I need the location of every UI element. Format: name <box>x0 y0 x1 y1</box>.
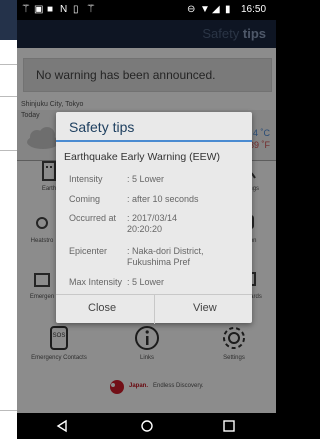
cast-icon: ⚚ <box>21 3 31 15</box>
navigation-bar <box>17 413 276 439</box>
battery-icon: ▮ <box>225 4 231 15</box>
recents-icon[interactable] <box>222 419 236 433</box>
detail-key: Epicenter <box>69 246 108 256</box>
button-divider <box>154 295 155 324</box>
view-button[interactable]: View <box>193 302 217 314</box>
image-icon: ▣ <box>34 4 44 15</box>
detail-value: : 2017/03/14 20:20:20 <box>127 213 178 234</box>
close-button[interactable]: Close <box>88 302 116 314</box>
previous-card-sliver <box>0 0 17 439</box>
app-icon: ■ <box>47 4 54 15</box>
detail-value: : 5 Lower <box>127 277 165 287</box>
dialog-divider <box>56 140 252 142</box>
detail-key: Coming <box>69 194 101 204</box>
wifi-icon: ▼ <box>200 4 210 15</box>
detail-value: : after 10 seconds <box>127 194 199 204</box>
status-time: 16:50 <box>241 4 267 15</box>
nfc-icon: N <box>60 4 68 15</box>
cast-icon-2: ⚚ <box>86 3 96 15</box>
detail-value: : 5 Lower <box>127 174 165 184</box>
minus-circle-icon: ⊖ <box>187 4 196 15</box>
safety-tips-dialog: Safety tips Earthquake Early Warning (EE… <box>56 112 252 324</box>
status-bar: ⚚ ▣ ■ N ▯ ⚚ ⊖ ▼ ◢ ▮ 16:50 <box>17 0 276 20</box>
back-icon[interactable] <box>55 419 69 433</box>
detail-key: Occurred at <box>69 213 117 223</box>
dialog-actions: Close View <box>56 294 252 324</box>
dialog-title: Safety tips <box>69 119 135 135</box>
phone-screen: ⚚ ▣ ■ N ▯ ⚚ ⊖ ▼ ◢ ▮ 16:50 Safety tips No… <box>17 0 276 439</box>
home-icon[interactable] <box>140 419 154 433</box>
signal-icon: ◢ <box>212 4 220 15</box>
detail-key: Max Intensity <box>69 277 123 287</box>
android-icon: ▯ <box>73 4 79 15</box>
dialog-subtitle: Earthquake Early Warning (EEW) <box>64 151 220 163</box>
detail-key: Intensity <box>69 174 103 184</box>
detail-value: : Naka-dori District, Fukushima Pref <box>127 246 204 267</box>
